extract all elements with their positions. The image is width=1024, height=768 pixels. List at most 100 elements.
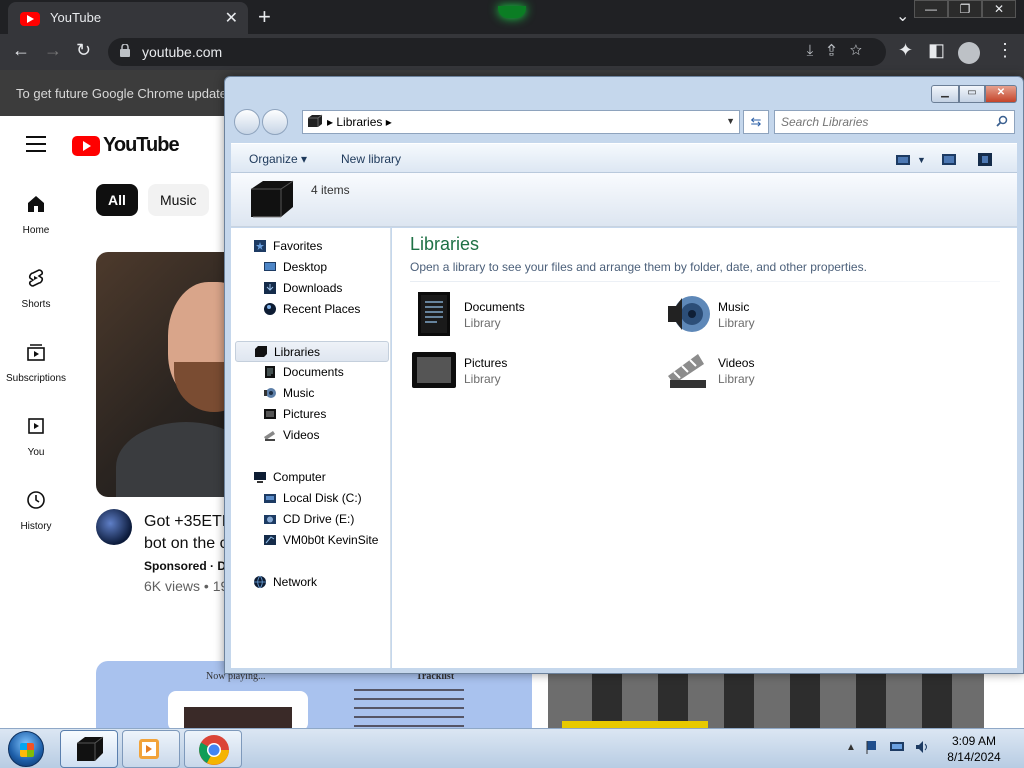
nav-desktop-label: Desktop [283,260,328,274]
nav-music-label: Music [283,386,315,400]
forward-arrow-icon[interactable]: → [44,40,62,61]
chrome-window-controls: — ❐ ✕ [914,0,1016,18]
nav-subscriptions[interactable]: Subscriptions [0,342,72,384]
volume-icon[interactable] [914,739,930,755]
nav-local-disk[interactable]: Local Disk (C:) [235,488,389,509]
video-thumbnail[interactable] [96,252,236,497]
item-count: 4 items [311,183,350,197]
chrome-menu-icon[interactable]: ⋮ [996,40,1014,61]
chrome-restore-button[interactable]: ❐ [948,0,982,18]
extensions-icon[interactable]: ✦ [898,40,913,61]
nav-pictures[interactable]: Pictures [235,404,389,425]
nav-computer[interactable]: Computer [235,467,389,488]
nav-recent-places[interactable]: Recent Places [235,299,389,320]
video-title[interactable]: Got +35ETH bot on the c [144,511,226,555]
taskbar-media-player-button[interactable] [122,730,180,768]
preview-pane-icon[interactable] [932,153,958,167]
youtube-tab[interactable]: YouTube ✕ [8,2,248,34]
music-icon [264,388,276,398]
taskbar: ▲ 3:09 AM 8/14/2024 [0,728,1024,768]
nav-shorts[interactable]: Shorts [0,268,72,310]
library-videos[interactable]: Videos Library [664,346,894,396]
chrome-minimize-button[interactable]: — [914,0,948,18]
system-clock[interactable]: 3:09 AM 8/14/2024 [942,733,1006,765]
tab-search-icon[interactable]: ⌄ [896,6,909,26]
history-icon [27,491,45,509]
library-documents[interactable]: Documents Library [410,290,640,340]
library-pictures[interactable]: Pictures Library [410,346,640,396]
library-music-type: Library [718,316,755,330]
address-bar[interactable]: youtube.com ⤓⇪☆ [108,38,886,66]
address-dropdown-icon[interactable]: ▼ [726,116,735,126]
library-documents-name: Documents [464,300,525,314]
tab-close-icon[interactable]: ✕ [225,8,238,28]
libraries-taskbar-icon [77,736,104,761]
video-title-line-1: Got +35ETH [144,513,226,530]
hard-disk-icon [264,494,276,503]
new-library-button[interactable]: New library [341,152,401,166]
explorer-address-bar[interactable]: ▸ Libraries ▸ ▼ [302,110,740,134]
taskbar-explorer-button[interactable] [60,730,118,768]
view-dropdown-icon[interactable]: ▼ [917,155,926,165]
refresh-button[interactable]: ⇆ [743,110,769,134]
documents-icon [265,366,275,378]
media-player-icon [139,739,159,759]
youtube-logo[interactable]: YouTube [72,134,180,157]
nav-favorites[interactable]: Favorites [235,236,389,257]
libraries-explorer-window: ▁ ▭ ✕ ▸ Libraries ▸ ▼ ⇆ Organize ▾ New l… [224,76,1024,674]
tray-show-hidden-icon[interactable]: ▲ [846,742,856,753]
search-icon[interactable] [996,115,1008,127]
help-icon[interactable] [964,152,994,168]
nav-music[interactable]: Music [235,383,389,404]
chrome-tab-strip: YouTube ✕ + ⌄ — ❐ ✕ [0,0,1024,34]
nav-cd-drive[interactable]: CD Drive (E:) [235,509,389,530]
nav-you[interactable]: You [0,416,72,458]
cd-drive-icon [264,515,276,524]
subscriptions-icon [27,344,45,361]
hamburger-menu-icon[interactable] [26,136,46,157]
new-tab-button[interactable]: + [258,4,271,30]
nav-libraries[interactable]: Libraries [235,341,389,362]
network-tray-icon[interactable] [888,740,906,754]
side-panel-icon[interactable]: ◧ [928,40,945,61]
library-music[interactable]: Music Library [664,290,894,340]
nav-network[interactable]: Network [235,572,389,593]
nav-history[interactable]: History [0,490,72,532]
action-center-flag-icon[interactable] [864,739,880,755]
omnibox-action-icons[interactable]: ⤓⇪☆ [807,42,876,59]
chrome-close-button[interactable]: ✕ [982,0,1016,18]
back-arrow-icon[interactable]: ← [12,40,30,61]
explorer-back-button[interactable] [234,109,260,135]
chip-music[interactable]: Music [148,184,209,216]
minimize-button[interactable]: ▁ [931,85,959,103]
chip-all[interactable]: All [96,184,138,216]
nav-desktop[interactable]: Desktop [235,257,389,278]
chrome-icon [199,735,229,765]
breadcrumb[interactable]: ▸ Libraries ▸ [327,115,392,129]
nav-home[interactable]: Home [0,194,72,236]
chrome-toolbar: ← → ↻ youtube.com ⤓⇪☆ ✦ ◧ ⋮ [0,34,1024,70]
nav-you-label: You [27,447,45,458]
system-tray: ▲ [846,739,930,755]
you-icon [28,418,44,434]
nav-vm-drive[interactable]: VM0b0t KevinSite [235,530,389,551]
nav-documents[interactable]: Documents [235,362,389,383]
content-description: Open a library to see your files and arr… [410,260,867,274]
organize-button[interactable]: Organize ▾ [249,152,307,166]
close-button[interactable]: ✕ [985,85,1017,103]
explorer-forward-button[interactable] [262,109,288,135]
channel-avatar[interactable] [96,509,132,545]
profile-avatar-icon[interactable] [958,42,980,64]
breadcrumb-libraries[interactable]: Libraries [336,115,382,129]
maximize-button[interactable]: ▭ [959,85,985,103]
libraries-icon [255,346,267,357]
downloads-icon [264,282,276,294]
nav-downloads[interactable]: Downloads [235,278,389,299]
nav-videos[interactable]: Videos [235,425,389,446]
start-button[interactable] [8,731,44,767]
change-view-icon[interactable] [895,154,911,166]
taskbar-chrome-button[interactable] [184,730,242,768]
nav-history-label: History [20,521,52,532]
search-input[interactable] [781,114,981,130]
reload-icon[interactable]: ↻ [76,40,91,61]
